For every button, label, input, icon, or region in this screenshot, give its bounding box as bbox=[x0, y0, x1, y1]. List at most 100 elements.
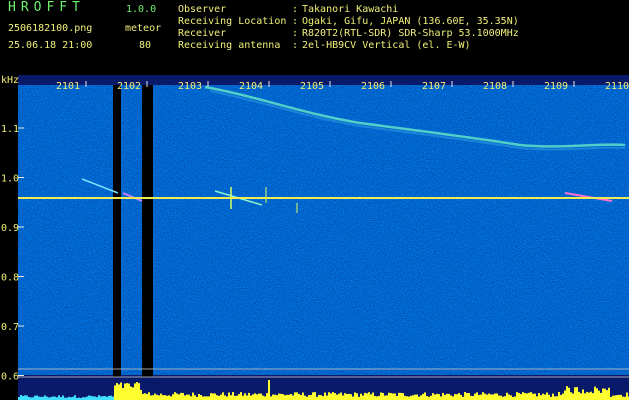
level-bar bbox=[276, 395, 278, 400]
info-key-observer: Observer bbox=[178, 4, 227, 15]
level-bar bbox=[214, 393, 216, 400]
level-bar bbox=[570, 392, 572, 400]
level-bar bbox=[438, 394, 440, 400]
level-bar bbox=[104, 396, 106, 400]
level-bar bbox=[452, 396, 454, 400]
level-bar bbox=[446, 393, 448, 400]
level-bar bbox=[404, 395, 406, 400]
level-bar bbox=[222, 392, 224, 400]
frequency-tick-label: 1.1 bbox=[1, 124, 19, 135]
info-value-antenna: 2el-HB9CV Vertical (el. E-W) bbox=[302, 40, 471, 51]
level-bar bbox=[554, 396, 556, 400]
app-title: HROFFT bbox=[8, 0, 85, 15]
level-bar bbox=[426, 396, 428, 400]
level-bar bbox=[526, 393, 528, 400]
level-bar bbox=[472, 396, 474, 400]
level-bar bbox=[352, 396, 354, 400]
level-bar bbox=[476, 392, 478, 400]
level-bar bbox=[38, 396, 40, 400]
level-bar bbox=[318, 394, 320, 400]
level-bar bbox=[386, 395, 388, 400]
level-bar bbox=[326, 395, 328, 400]
level-bar bbox=[182, 392, 184, 400]
level-bar bbox=[376, 396, 378, 400]
level-bar bbox=[102, 396, 104, 400]
info-value-observer: Takanori Kawachi bbox=[302, 4, 399, 15]
level-bar bbox=[478, 394, 480, 400]
level-bar bbox=[362, 395, 364, 400]
level-bar bbox=[602, 388, 604, 400]
level-bar bbox=[360, 393, 362, 400]
level-bar bbox=[294, 392, 296, 400]
level-bar bbox=[218, 395, 220, 400]
level-bar bbox=[258, 393, 260, 400]
level-bar bbox=[540, 395, 542, 400]
level-bar bbox=[378, 395, 380, 400]
level-bar bbox=[454, 394, 456, 400]
level-bar bbox=[520, 394, 522, 400]
level-bar bbox=[432, 393, 434, 400]
level-bar bbox=[298, 393, 300, 400]
level-bar bbox=[296, 392, 298, 400]
meteor-count: 80 bbox=[139, 40, 152, 51]
level-bar bbox=[588, 392, 590, 400]
level-bar bbox=[312, 392, 314, 400]
level-bar bbox=[26, 395, 28, 400]
level-bar bbox=[616, 395, 618, 400]
level-bar bbox=[34, 395, 36, 400]
level-bar bbox=[622, 396, 624, 400]
level-bar bbox=[112, 396, 114, 400]
level-bar bbox=[206, 396, 208, 400]
level-bar bbox=[142, 393, 144, 400]
level-bar bbox=[516, 392, 518, 400]
level-bar bbox=[546, 392, 548, 400]
level-bar bbox=[260, 393, 262, 400]
level-bar bbox=[490, 394, 492, 400]
level-bar bbox=[228, 392, 230, 400]
time-tick-label: 2106 bbox=[361, 81, 385, 92]
level-bar bbox=[544, 394, 546, 400]
level-bar bbox=[148, 392, 150, 400]
level-bar bbox=[578, 391, 580, 400]
level-bar bbox=[264, 396, 266, 400]
level-bar bbox=[422, 393, 424, 400]
level-bar bbox=[374, 395, 376, 400]
level-bar bbox=[410, 395, 412, 400]
level-bar bbox=[278, 393, 280, 400]
level-bar bbox=[564, 390, 566, 400]
level-bar bbox=[226, 396, 228, 400]
level-bar bbox=[396, 396, 398, 400]
level-bar bbox=[548, 394, 550, 400]
level-bar bbox=[204, 396, 206, 400]
level-bar bbox=[240, 392, 242, 400]
level-bar bbox=[290, 394, 292, 400]
level-bar bbox=[338, 393, 340, 400]
level-bar bbox=[130, 386, 132, 400]
level-bar bbox=[272, 394, 274, 400]
level-bar bbox=[366, 393, 368, 400]
level-bar bbox=[198, 393, 200, 400]
level-bar bbox=[398, 392, 400, 400]
level-bar bbox=[212, 393, 214, 400]
level-bar bbox=[262, 395, 264, 400]
level-bar bbox=[128, 383, 130, 400]
level-bar bbox=[504, 396, 506, 400]
level-bar bbox=[348, 393, 350, 400]
time-tick-label: 2105 bbox=[300, 81, 324, 92]
level-bar bbox=[244, 393, 246, 400]
level-bar bbox=[496, 393, 498, 400]
level-bar bbox=[208, 396, 210, 400]
level-bar bbox=[192, 392, 194, 400]
level-bar bbox=[466, 393, 468, 400]
level-bar bbox=[590, 391, 592, 400]
level-bar bbox=[220, 394, 222, 400]
gap-band bbox=[142, 85, 153, 377]
level-bar bbox=[572, 393, 574, 400]
level-bar bbox=[268, 380, 270, 400]
level-bar bbox=[532, 393, 534, 400]
level-bar bbox=[530, 392, 532, 400]
level-bar bbox=[90, 395, 92, 400]
level-bar bbox=[562, 393, 564, 400]
level-bar bbox=[320, 395, 322, 400]
level-bar bbox=[300, 394, 302, 400]
